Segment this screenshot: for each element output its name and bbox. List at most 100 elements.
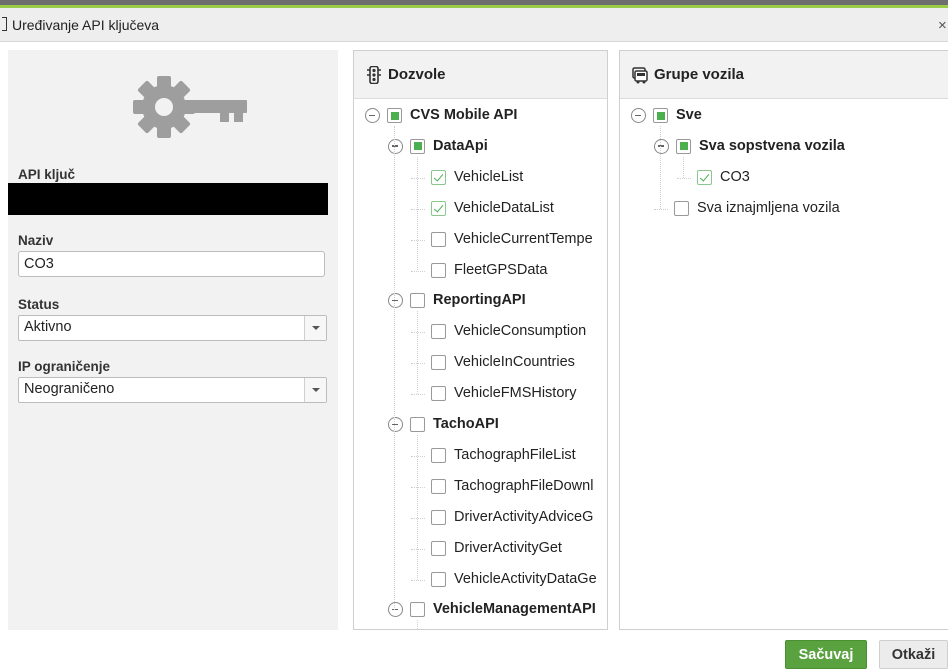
tree-node-vehicleincountries[interactable]: VehicleInCountries <box>411 351 607 375</box>
collapse-toggle-icon[interactable] <box>631 108 646 123</box>
tree-connector-line <box>411 270 425 272</box>
tree-node-vehicleactivitydatage[interactable]: VehicleActivityDataGe <box>411 568 607 592</box>
tree-node-label: VehicleFMSHistory <box>454 385 577 402</box>
tree-node-label: TachographFileDownl <box>454 477 594 494</box>
top-bar <box>0 0 948 8</box>
checkbox[interactable] <box>697 169 712 185</box>
name-label: Naziv <box>18 233 54 248</box>
tree-connector-line <box>411 332 425 334</box>
collapse-toggle-icon[interactable] <box>388 417 403 432</box>
collapse-toggle-icon[interactable] <box>654 138 669 154</box>
tree-node-sve[interactable]: Sve <box>631 104 948 128</box>
tree-node-vehiclemanagementapi[interactable]: VehicleManagementAPI <box>388 598 607 622</box>
tree-node-label: Sva iznajmljena vozila <box>697 199 840 216</box>
api-key-redacted-value <box>8 183 328 215</box>
gear-key-icon <box>126 72 250 142</box>
checkbox[interactable] <box>431 540 446 556</box>
tree-node-label: VehicleManagementAPI <box>433 601 596 618</box>
checkbox[interactable] <box>431 200 446 216</box>
tree-node-driveractivityadviceg[interactable]: DriverActivityAdviceG <box>411 506 607 530</box>
checkbox[interactable] <box>431 447 446 463</box>
tree-node-sva-sopstvena-vozila[interactable]: Sva sopstvena vozila <box>654 135 948 159</box>
tree-node-label: DataApi <box>433 137 488 154</box>
tree-connector-line <box>411 394 425 396</box>
tree-node-vehiclecurrenttempe[interactable]: VehicleCurrentTempe <box>411 228 607 252</box>
tree-node-label: VehicleList <box>454 168 524 185</box>
tree-node-label: FleetGPSData <box>454 261 548 278</box>
tree-node-tachographfilelist[interactable]: TachographFileList <box>411 444 607 468</box>
tree-guide-line <box>417 620 418 629</box>
tree-node-tachographfiledownl[interactable]: TachographFileDownl <box>411 475 607 499</box>
tree-node-label: TachoAPI <box>433 416 499 432</box>
tree-node-label: DriverActivityAdviceG <box>454 508 594 525</box>
tree-node-label: VehicleDataList <box>454 199 554 216</box>
tree-node-vehicleconsumption[interactable]: VehicleConsumption <box>411 320 607 344</box>
status-select[interactable]: Aktivno <box>18 315 327 341</box>
checkbox[interactable] <box>431 386 446 402</box>
tree-node-vehiclelist[interactable]: VehicleList <box>411 166 607 190</box>
ip-restriction-select[interactable]: Neograničeno <box>18 377 327 403</box>
tree-node-fleetgpsdata[interactable]: FleetGPSData <box>411 259 607 283</box>
cancel-button[interactable]: Otkaži <box>879 640 948 669</box>
tree-node-label: VehicleCurrentTempe <box>454 230 593 247</box>
checkbox[interactable] <box>674 200 689 216</box>
dialog-title: Uređivanje API ključeva <box>12 17 160 33</box>
tree-node-reportingapi[interactable]: ReportingAPI <box>388 289 607 313</box>
checkbox[interactable] <box>653 108 668 123</box>
tree-node-label: Sva sopstvena vozila <box>699 137 845 154</box>
tree-node-label: DriverActivityGet <box>454 539 562 556</box>
tree-node-vehicledatalist[interactable]: VehicleDataList <box>411 197 607 221</box>
checkbox[interactable] <box>431 509 446 525</box>
tree-node-dataapi[interactable]: DataApi <box>388 135 607 159</box>
checkbox[interactable] <box>431 231 446 247</box>
checkbox[interactable] <box>431 478 446 494</box>
checkbox[interactable] <box>431 324 446 340</box>
checkbox[interactable] <box>431 169 446 185</box>
tree-node-co3[interactable]: CO3 <box>677 166 948 190</box>
checkbox[interactable] <box>410 417 425 432</box>
name-input[interactable] <box>18 251 325 277</box>
tree-connector-line <box>411 486 425 488</box>
tree-connector-line <box>654 208 668 210</box>
tree-connector-line <box>411 455 425 457</box>
collapse-toggle-icon[interactable] <box>365 108 380 123</box>
vehicle-groups-tree: Sve Sva sopstvena vozila CO3 Sva iznajmljen… <box>620 99 948 629</box>
checkbox[interactable] <box>410 293 425 309</box>
dialog-titlebar: Uređivanje API ključeva × <box>0 8 948 42</box>
chevron-down-icon[interactable] <box>304 316 326 340</box>
tree-guide-line <box>683 156 684 178</box>
tree-connector-line <box>411 517 425 519</box>
checkbox[interactable] <box>431 262 446 278</box>
collapse-toggle-icon[interactable] <box>388 138 403 154</box>
checkbox[interactable] <box>387 108 402 123</box>
tree-connector-line <box>411 208 425 210</box>
vehicle-groups-panel: Grupe vozila Sve Sva sopstvena vozila CO3 S… <box>619 50 948 630</box>
tree-guide-line <box>660 126 661 209</box>
close-icon[interactable]: × <box>938 17 948 34</box>
tree-node-driveractivityget[interactable]: DriverActivityGet <box>411 537 607 561</box>
traffic-light-icon <box>367 66 381 84</box>
ip-restriction-value: Neograničeno <box>24 381 115 397</box>
checkbox[interactable] <box>410 602 425 618</box>
tree-node-sva-iznajmljena-vozila[interactable]: Sva iznajmljena vozila <box>654 197 948 221</box>
permissions-tree: CVS Mobile API DataApi VehicleList VehicleD… <box>354 99 607 629</box>
tree-node-tachoapi[interactable]: TachoAPI <box>388 413 607 437</box>
chevron-down-icon[interactable] <box>304 378 326 402</box>
tree-connector-line <box>411 239 425 241</box>
tree-guide-line <box>417 156 418 271</box>
checkbox[interactable] <box>431 355 446 371</box>
collapse-toggle-icon[interactable] <box>388 293 403 309</box>
checkbox[interactable] <box>431 571 446 587</box>
status-label: Status <box>18 297 60 312</box>
tree-node-cvs-mobile-api[interactable]: CVS Mobile API <box>365 104 607 128</box>
window-icon <box>2 17 7 31</box>
status-value: Aktivno <box>24 319 72 335</box>
collapse-toggle-icon[interactable] <box>388 602 403 618</box>
tree-node-vehiclefmshistory[interactable]: VehicleFMSHistory <box>411 382 607 406</box>
checkbox[interactable] <box>676 138 691 154</box>
api-key-form-panel: API ključ Naziv Status Aktivno IP ograni… <box>8 50 338 630</box>
save-button[interactable]: Sačuvaj <box>785 640 867 669</box>
tree-connector-line <box>411 177 425 179</box>
tree-node-label: TachographFileList <box>454 446 576 463</box>
checkbox[interactable] <box>410 138 425 154</box>
